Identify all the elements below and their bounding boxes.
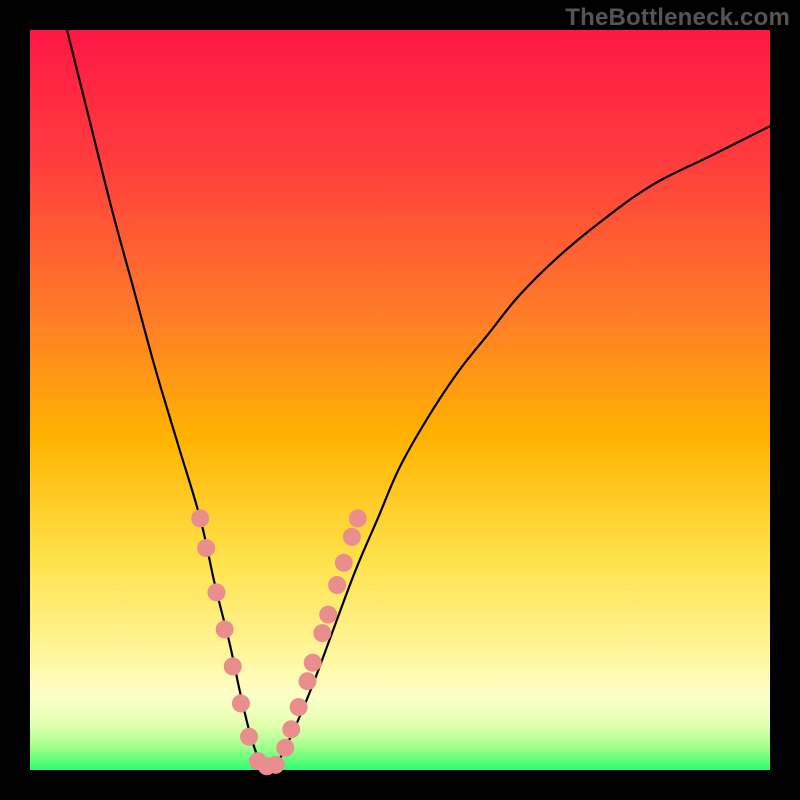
highlight-dot [299, 672, 317, 690]
highlight-dot [319, 606, 337, 624]
highlight-dot [343, 528, 361, 546]
highlight-dot [335, 554, 353, 572]
highlight-dot [216, 620, 234, 638]
highlight-dot [328, 576, 346, 594]
highlight-dot [349, 509, 367, 527]
highlight-dot [267, 756, 285, 774]
highlight-dot [282, 720, 300, 738]
watermark-text: TheBottleneck.com [565, 4, 790, 32]
chart-canvas [0, 0, 800, 800]
plot-background [30, 30, 770, 770]
highlight-dot [191, 509, 209, 527]
highlight-dot [232, 694, 250, 712]
highlight-dot [207, 583, 225, 601]
highlight-dot [224, 657, 242, 675]
highlight-dot [290, 698, 308, 716]
highlight-dot [240, 728, 258, 746]
chart-root: TheBottleneck.com [0, 0, 800, 800]
highlight-dot [197, 539, 215, 557]
highlight-dot [313, 624, 331, 642]
highlight-dot [276, 739, 294, 757]
highlight-dot [304, 654, 322, 672]
